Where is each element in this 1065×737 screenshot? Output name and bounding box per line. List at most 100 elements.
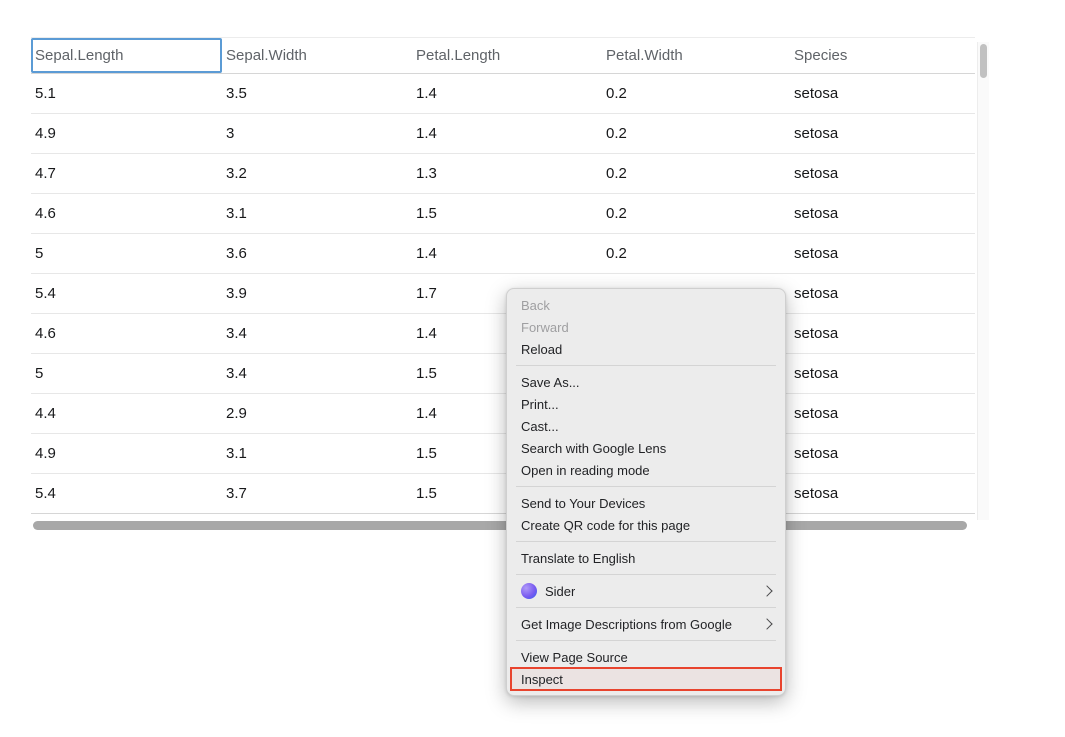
table-body: 5.13.51.40.2setosa4.931.40.2setosa4.73.2… [31, 74, 975, 514]
data-table-container: Sepal.Length Sepal.Width Petal.Length Pe… [31, 37, 975, 514]
menu-item-reload[interactable]: Reload [507, 338, 785, 360]
table-cell[interactable]: 4.7 [31, 154, 222, 194]
menu-item-get-image-descriptions-from-google[interactable]: Get Image Descriptions from Google [507, 613, 785, 635]
menu-separator [516, 607, 776, 608]
table-cell[interactable]: 1.4 [412, 114, 602, 154]
vertical-scrollbar-thumb[interactable] [980, 44, 987, 78]
table-cell[interactable]: 5 [31, 234, 222, 274]
table-cell[interactable]: 4.6 [31, 194, 222, 234]
sider-icon [521, 583, 537, 599]
menu-item-send-to-your-devices[interactable]: Send to Your Devices [507, 492, 785, 514]
chevron-right-icon [761, 585, 772, 596]
table-cell[interactable]: 3.4 [222, 314, 412, 354]
table-cell[interactable]: 5.4 [31, 274, 222, 314]
table-cell[interactable]: 4.4 [31, 394, 222, 434]
table-cell[interactable]: setosa [790, 154, 975, 194]
table-cell[interactable]: setosa [790, 354, 975, 394]
menu-item-label: Reload [521, 342, 562, 357]
menu-item-label: Sider [545, 584, 575, 599]
table-row: 4.63.11.50.2setosa [31, 194, 975, 234]
menu-item-label: Create QR code for this page [521, 518, 690, 533]
table-cell[interactable]: 4.9 [31, 114, 222, 154]
table-cell[interactable]: 1.4 [412, 234, 602, 274]
table-cell[interactable]: setosa [790, 114, 975, 154]
table-cell[interactable]: 0.2 [602, 154, 790, 194]
menu-item-create-qr-code-for-this-page[interactable]: Create QR code for this page [507, 514, 785, 536]
table-cell[interactable]: setosa [790, 234, 975, 274]
table-row: 4.63.41.4setosa [31, 314, 975, 354]
table-cell[interactable]: 3.7 [222, 474, 412, 514]
table-cell[interactable]: setosa [790, 314, 975, 354]
table-row: 4.931.40.2setosa [31, 114, 975, 154]
table-cell[interactable]: setosa [790, 74, 975, 114]
table-cell[interactable]: 0.2 [602, 194, 790, 234]
table-cell[interactable]: 0.2 [602, 114, 790, 154]
menu-item-forward: Forward [507, 316, 785, 338]
table-cell[interactable]: 3.2 [222, 154, 412, 194]
menu-item-open-in-reading-mode[interactable]: Open in reading mode [507, 459, 785, 481]
context-menu: BackForwardReloadSave As...Print...Cast.… [506, 288, 786, 696]
table-cell[interactable]: 3.4 [222, 354, 412, 394]
table-cell[interactable]: 3.9 [222, 274, 412, 314]
table-cell[interactable]: 4.6 [31, 314, 222, 354]
horizontal-scrollbar[interactable] [33, 521, 967, 530]
column-header-sepal-width[interactable]: Sepal.Width [222, 38, 412, 74]
table-cell[interactable]: 5.1 [31, 74, 222, 114]
menu-item-label: Cast... [521, 419, 559, 434]
menu-separator [516, 486, 776, 487]
table-cell[interactable]: 3 [222, 114, 412, 154]
menu-item-sider[interactable]: Sider [507, 580, 785, 602]
menu-item-inspect[interactable]: Inspect [511, 668, 781, 690]
horizontal-scrollbar-thumb[interactable] [33, 521, 967, 530]
table-cell[interactable]: 3.1 [222, 194, 412, 234]
menu-item-label: Save As... [521, 375, 580, 390]
vertical-scrollbar[interactable] [977, 42, 989, 520]
menu-item-save-as[interactable]: Save As... [507, 371, 785, 393]
table-cell[interactable]: 1.4 [412, 74, 602, 114]
menu-item-search-with-google-lens[interactable]: Search with Google Lens [507, 437, 785, 459]
table-cell[interactable]: setosa [790, 474, 975, 514]
table-cell[interactable]: setosa [790, 274, 975, 314]
table-header-row: Sepal.Length Sepal.Width Petal.Length Pe… [31, 38, 975, 74]
table-cell[interactable]: 5 [31, 354, 222, 394]
menu-item-label: Send to Your Devices [521, 496, 645, 511]
browser-page: Sepal.Length Sepal.Width Petal.Length Pe… [0, 0, 1065, 737]
menu-separator [516, 640, 776, 641]
menu-item-print[interactable]: Print... [507, 393, 785, 415]
menu-item-label: Inspect [521, 672, 563, 687]
table-cell[interactable]: 0.2 [602, 234, 790, 274]
table-cell[interactable]: 5.4 [31, 474, 222, 514]
table-row: 4.42.91.4setosa [31, 394, 975, 434]
menu-item-translate-to-english[interactable]: Translate to English [507, 547, 785, 569]
table-cell[interactable]: 1.5 [412, 194, 602, 234]
table-row: 4.73.21.30.2setosa [31, 154, 975, 194]
table-cell[interactable]: 0.2 [602, 74, 790, 114]
menu-item-cast[interactable]: Cast... [507, 415, 785, 437]
column-header-sepal-length[interactable]: Sepal.Length [31, 38, 222, 74]
menu-item-label: Search with Google Lens [521, 441, 666, 456]
column-header-petal-width[interactable]: Petal.Width [602, 38, 790, 74]
table-row: 5.13.51.40.2setosa [31, 74, 975, 114]
iris-table: Sepal.Length Sepal.Width Petal.Length Pe… [31, 37, 975, 514]
table-cell[interactable]: 1.3 [412, 154, 602, 194]
table-cell[interactable]: setosa [790, 194, 975, 234]
table-cell[interactable]: 3.1 [222, 434, 412, 474]
table-row: 53.41.5setosa [31, 354, 975, 394]
table-row: 5.43.91.7setosa [31, 274, 975, 314]
table-row: 4.93.11.5setosa [31, 434, 975, 474]
table-cell[interactable]: 4.9 [31, 434, 222, 474]
table-cell[interactable]: 3.5 [222, 74, 412, 114]
table-cell[interactable]: 2.9 [222, 394, 412, 434]
column-header-species[interactable]: Species [790, 38, 975, 74]
menu-item-label: Forward [521, 320, 569, 335]
menu-item-label: Open in reading mode [521, 463, 650, 478]
table-cell[interactable]: 3.6 [222, 234, 412, 274]
column-header-petal-length[interactable]: Petal.Length [412, 38, 602, 74]
menu-item-label: View Page Source [521, 650, 628, 665]
menu-separator [516, 574, 776, 575]
menu-item-view-page-source[interactable]: View Page Source [507, 646, 785, 668]
table-row: 53.61.40.2setosa [31, 234, 975, 274]
table-cell[interactable]: setosa [790, 434, 975, 474]
menu-item-label: Print... [521, 397, 559, 412]
table-cell[interactable]: setosa [790, 394, 975, 434]
